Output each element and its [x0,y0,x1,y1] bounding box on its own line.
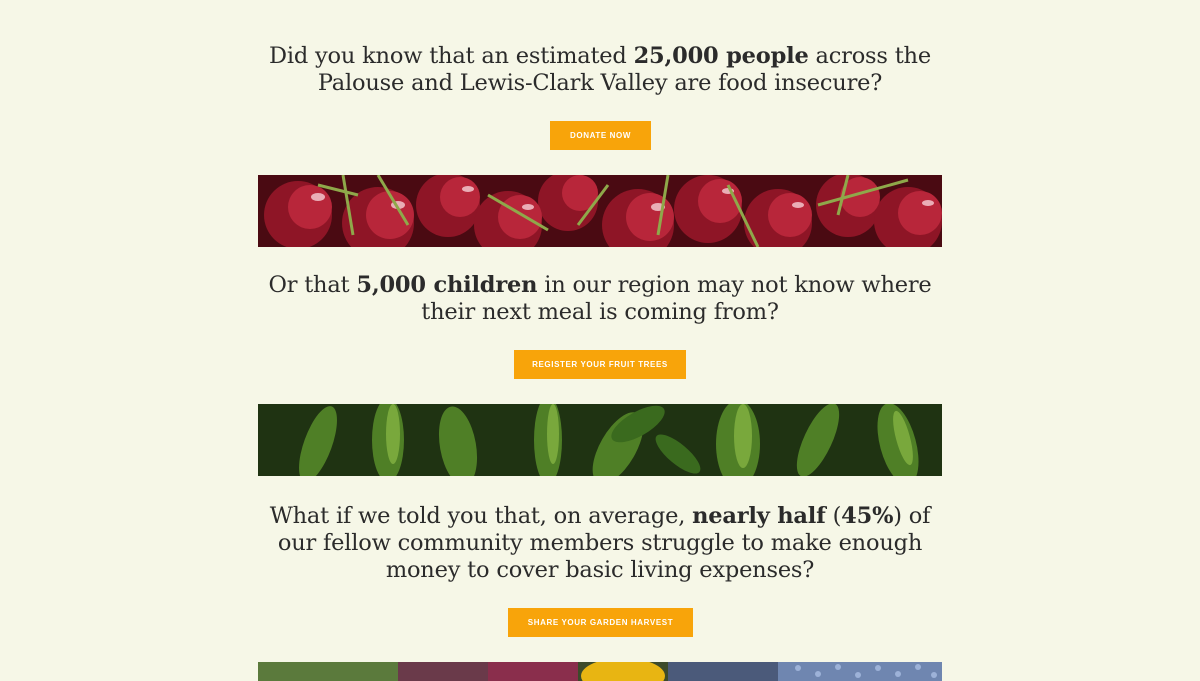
page: Did you know that an estimated 25,000 pe… [0,0,1200,681]
statement-children: Or that 5,000 children in our region may… [258,272,942,326]
statement-highlight: 5,000 children [356,272,538,298]
statement-percent: 45% [841,503,894,529]
statement-highlight: nearly half [692,503,826,529]
statement-food-insecure: Did you know that an estimated 25,000 pe… [258,43,942,97]
statement-text: What if we told you that, on average, [269,503,693,529]
share-garden-harvest-button[interactable]: SHARE YOUR GARDEN HARVEST [508,608,693,637]
register-fruit-trees-button[interactable]: REGISTER YOUR FRUIT TREES [514,350,686,379]
statement-highlight: 25,000 people [633,43,809,69]
vegetables-banner-image [258,662,942,681]
statement-text: Did you know that an estimated [269,43,634,69]
donate-now-button[interactable]: DONATE NOW [550,121,651,150]
statement-text: ( [825,503,842,529]
statement-text: Or that [268,272,357,298]
peas-banner-image [258,404,942,476]
cherries-banner-image [258,175,942,247]
statement-living-expenses: What if we told you that, on average, ne… [258,503,942,584]
